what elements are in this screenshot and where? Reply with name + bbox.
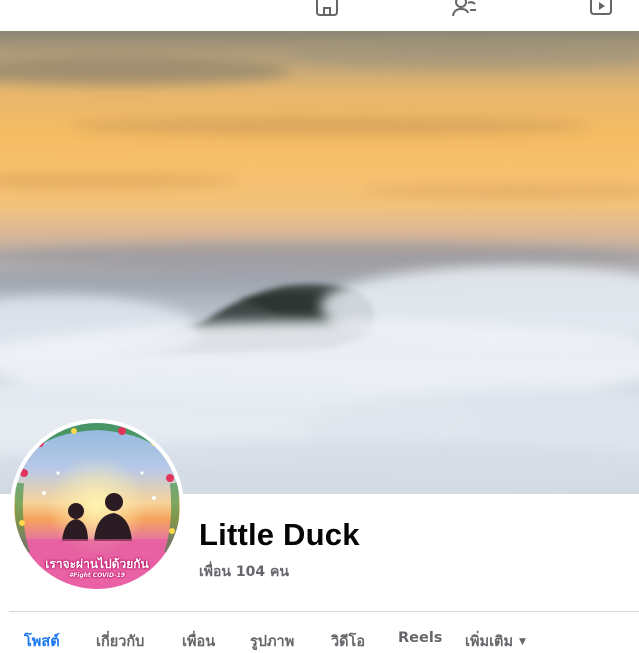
avatar-image: เราจะผ่านไปด้วยกัน #Fight COVID-19 bbox=[14, 423, 180, 589]
tab-photos[interactable]: รูปภาพ bbox=[250, 630, 294, 653]
profile-tabs: โพสต์ เกี่ยวกับ เพื่อน รูปภาพ วิดีโอ Ree… bbox=[0, 630, 639, 653]
avatar-subcaption: #Fight COVID-19 bbox=[69, 572, 125, 579]
friends-count-link[interactable]: เพื่อน 104 คน bbox=[199, 561, 289, 583]
tab-more[interactable]: เพิ่มเติม ▼ bbox=[465, 630, 526, 653]
home-icon[interactable] bbox=[313, 0, 341, 18]
tab-more-label: เพิ่มเติม bbox=[465, 634, 514, 650]
watch-icon[interactable] bbox=[588, 0, 616, 18]
friends-icon[interactable] bbox=[451, 0, 479, 18]
tab-friends[interactable]: เพื่อน bbox=[182, 630, 215, 653]
caret-down-icon: ▼ bbox=[519, 637, 526, 647]
tab-reels[interactable]: Reels bbox=[398, 630, 442, 646]
tab-posts[interactable]: โพสต์ bbox=[24, 630, 60, 653]
tab-about[interactable]: เกี่ยวกับ bbox=[96, 630, 144, 653]
divider bbox=[9, 611, 639, 612]
profile-name: Little Duck bbox=[199, 517, 360, 552]
profile-avatar[interactable]: เราจะผ่านไปด้วยกัน #Fight COVID-19 bbox=[10, 419, 184, 593]
top-navigation-bar bbox=[0, 0, 639, 31]
tab-videos[interactable]: วิดีโอ bbox=[331, 630, 365, 653]
